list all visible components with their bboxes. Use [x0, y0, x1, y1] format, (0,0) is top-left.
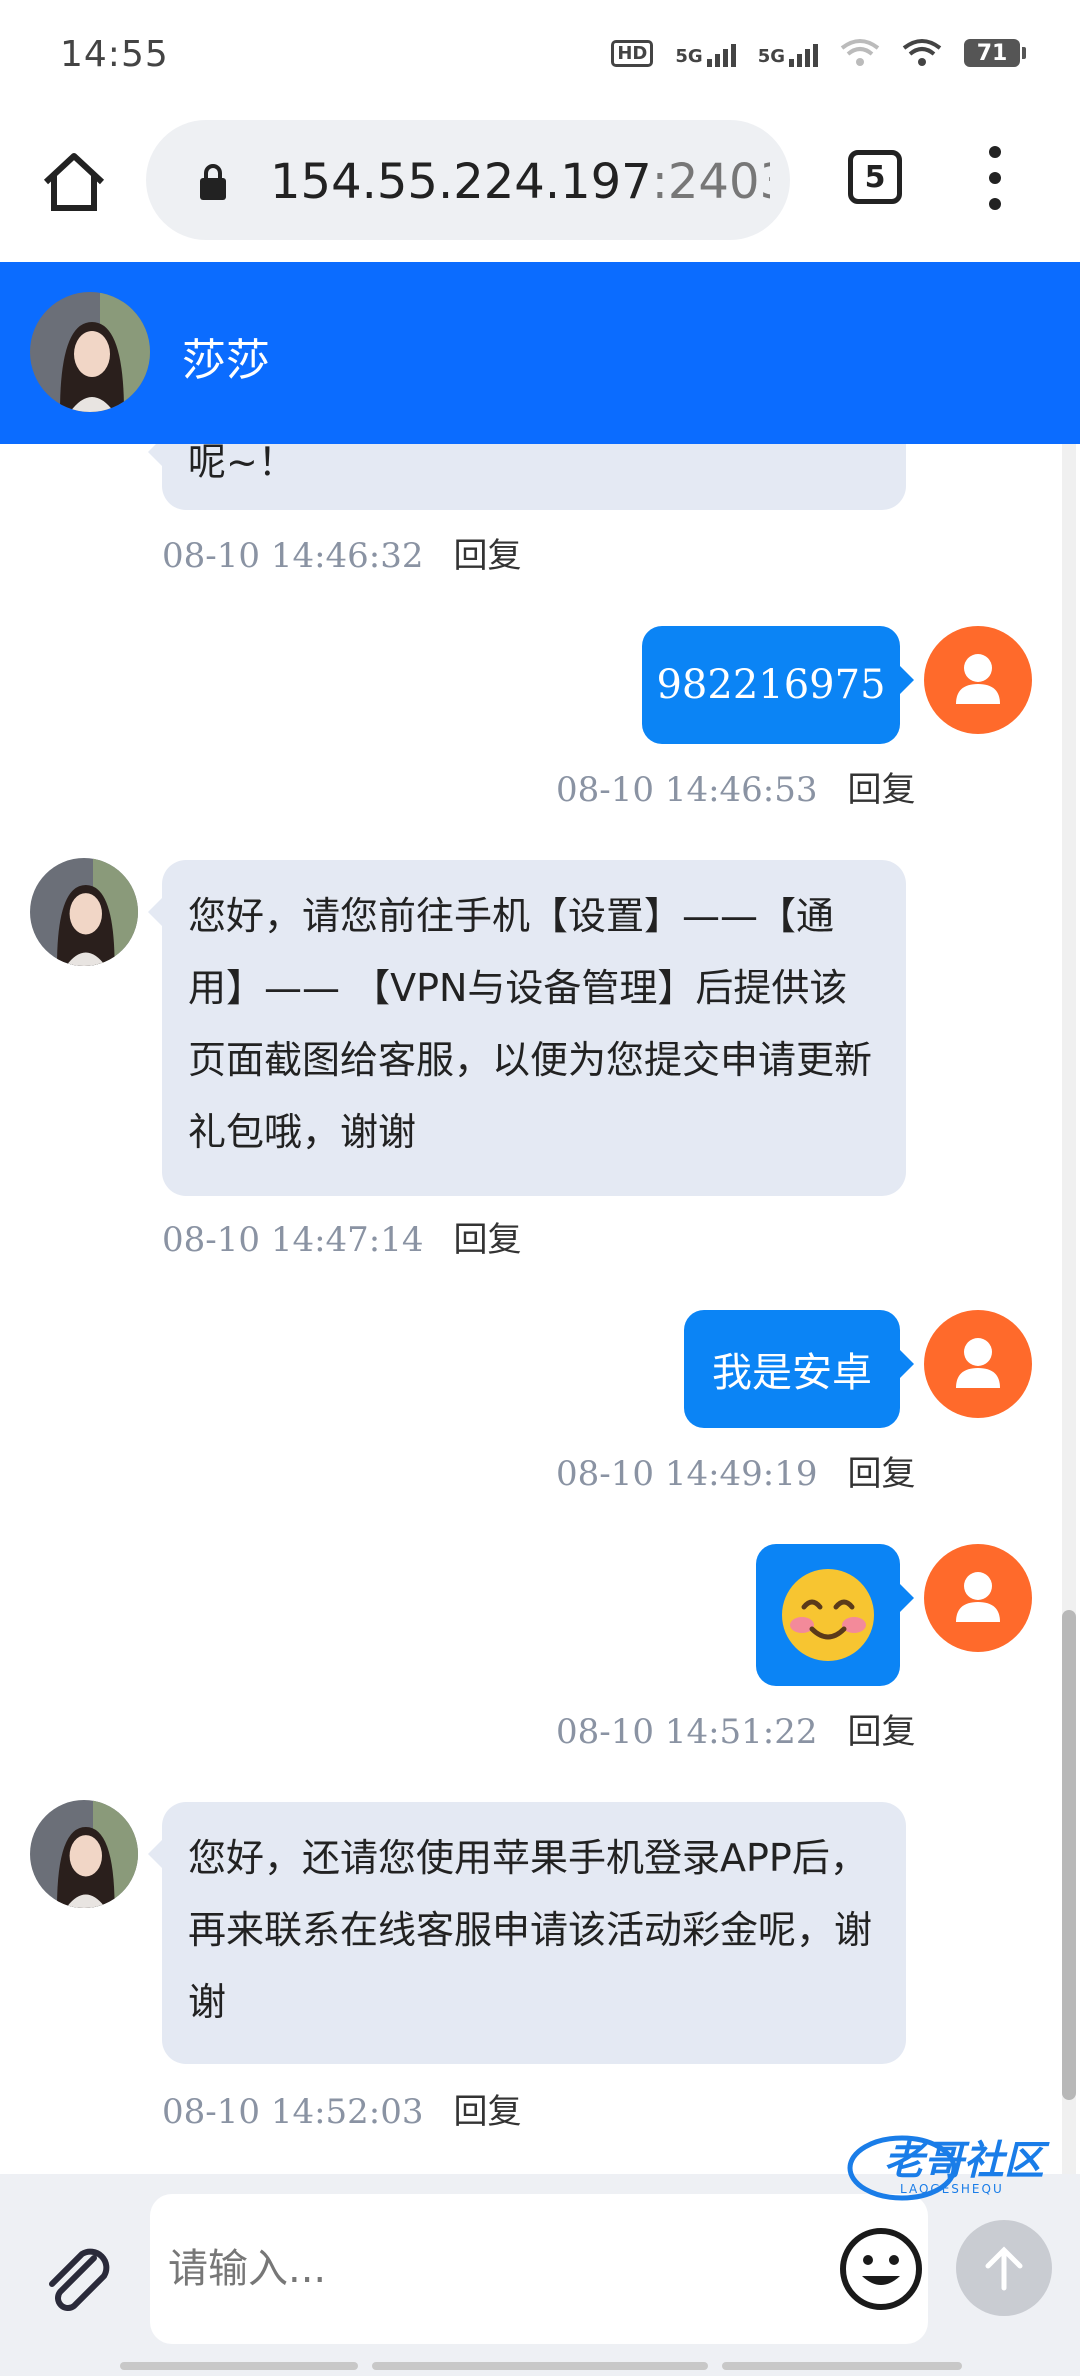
overflow-menu-icon[interactable] — [980, 146, 1010, 210]
watermark-subtext: LAOGESHEQU — [900, 2182, 1004, 2196]
user-avatar — [924, 626, 1032, 734]
watermark-text: 老哥社区 — [884, 2138, 1044, 2184]
message-time: 08-10 14:46:53 — [556, 770, 818, 810]
url-path: :2403/a — [651, 154, 770, 210]
agent-avatar — [30, 1800, 138, 1908]
reply-button[interactable]: 回复 — [454, 536, 522, 576]
message-meta: 08-10 14:49:19 回复 — [556, 1446, 916, 1495]
status-time: 14:55 — [60, 34, 169, 75]
reply-button[interactable]: 回复 — [454, 1220, 522, 1260]
wifi-off-icon — [840, 39, 880, 66]
user-message-bubble: 我是安卓 — [684, 1310, 914, 1428]
message-meta: 08-10 14:46:53 回复 — [556, 762, 916, 811]
scrollbar-thumb[interactable] — [1062, 1610, 1076, 2100]
emoji-picker-icon[interactable] — [838, 2226, 924, 2312]
cell-signal-icon-2: 5G — [758, 39, 818, 67]
message-meta: 08-10 14:52:03 回复 — [162, 2084, 522, 2133]
message-meta: 08-10 14:51:22 回复 — [556, 1704, 916, 1753]
message-time: 08-10 14:47:14 — [162, 1220, 424, 1260]
user-avatar — [924, 1310, 1032, 1418]
lock-icon — [200, 164, 226, 200]
send-button[interactable] — [956, 2220, 1052, 2316]
arrow-up-icon — [985, 2246, 1023, 2291]
gesture-nav-segment — [722, 2362, 962, 2370]
message-text: 我是安卓 — [712, 1350, 872, 1396]
message-text: 982216975 — [656, 662, 886, 708]
agent-name: 莎莎 — [182, 335, 270, 386]
url-host: 154.55.224.197 — [270, 154, 652, 210]
cell-signal-icon-1: 5G — [675, 39, 736, 67]
reply-button[interactable]: 回复 — [848, 1712, 916, 1752]
reply-button[interactable]: 回复 — [454, 2092, 522, 2132]
network-type-1: 5G — [675, 46, 703, 67]
url-text: 154.55.224.197:2403/a — [270, 154, 770, 210]
chat-header: 莎莎 — [0, 262, 1080, 444]
status-icons: HD 5G 5G 71 — [611, 38, 1026, 68]
gesture-nav-segment — [120, 2362, 358, 2370]
tab-switcher-button[interactable]: 5 — [848, 150, 902, 204]
agent-message-bubble: 您好，请您前往手机【设置】——【通用】—— 【VPN与设备管理】后提供该页面截图… — [148, 860, 906, 1196]
message-time: 08-10 14:51:22 — [556, 1712, 818, 1752]
network-type-2: 5G — [757, 46, 785, 67]
user-message-bubble: 982216975 — [642, 626, 914, 744]
agent-avatar — [30, 292, 150, 412]
status-bar: 14:55 HD 5G 5G 71 — [0, 0, 1080, 110]
home-icon[interactable] — [38, 146, 110, 218]
message-text: 您好，还请您使用苹果手机登录APP后，再来联系在线客服申请该活动彩金呢，谢谢 — [188, 1836, 873, 2024]
address-bar[interactable]: 154.55.224.197:2403/a — [146, 120, 790, 240]
user-message-bubble — [756, 1544, 914, 1686]
reply-button[interactable]: 回复 — [848, 770, 916, 810]
blush-smile-emoji-icon — [782, 1569, 874, 1661]
message-meta: 08-10 14:47:14 回复 — [162, 1212, 522, 1261]
reply-button[interactable]: 回复 — [848, 1454, 916, 1494]
message-input[interactable] — [150, 2194, 928, 2344]
message-time: 08-10 14:52:03 — [162, 2092, 424, 2132]
gesture-nav-segment — [372, 2362, 708, 2370]
message-text: 您好，请您前往手机【设置】——【通用】—— 【VPN与设备管理】后提供该页面截图… — [188, 894, 873, 1154]
agent-message-bubble: 您好，还请您使用苹果手机登录APP后，再来联系在线客服申请该活动彩金呢，谢谢 — [148, 1802, 906, 2064]
message-time: 08-10 14:46:32 — [162, 536, 424, 576]
battery-icon: 71 — [964, 39, 1026, 67]
paperclip-icon[interactable] — [34, 2238, 118, 2322]
wifi-icon — [902, 39, 942, 66]
message-time: 08-10 14:49:19 — [556, 1454, 818, 1494]
message-meta: 08-10 14:46:32 回复 — [162, 528, 522, 577]
browser-toolbar: 154.55.224.197:2403/a 5 — [0, 110, 1080, 262]
agent-avatar — [30, 858, 138, 966]
user-avatar — [924, 1544, 1032, 1652]
hd-icon: HD — [611, 39, 654, 67]
